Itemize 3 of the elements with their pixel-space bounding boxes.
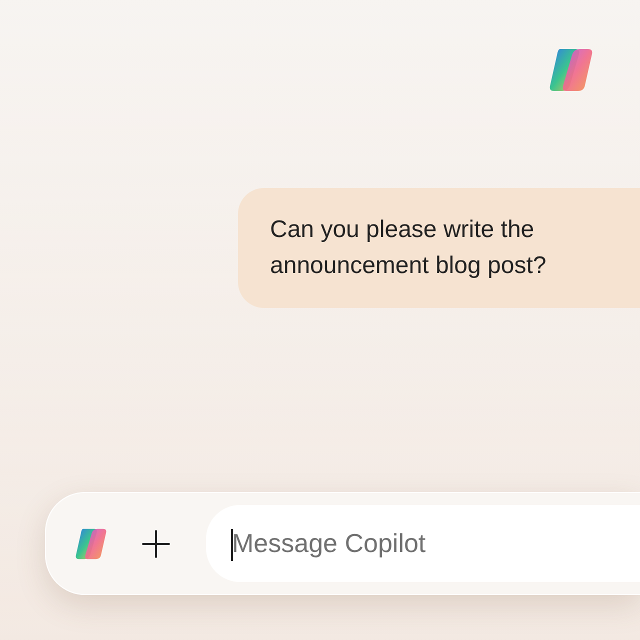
plus-icon (141, 528, 171, 558)
message-text: Can you please write the announcement blog post? (270, 215, 548, 281)
message-field[interactable]: Message Copilot (206, 505, 640, 582)
